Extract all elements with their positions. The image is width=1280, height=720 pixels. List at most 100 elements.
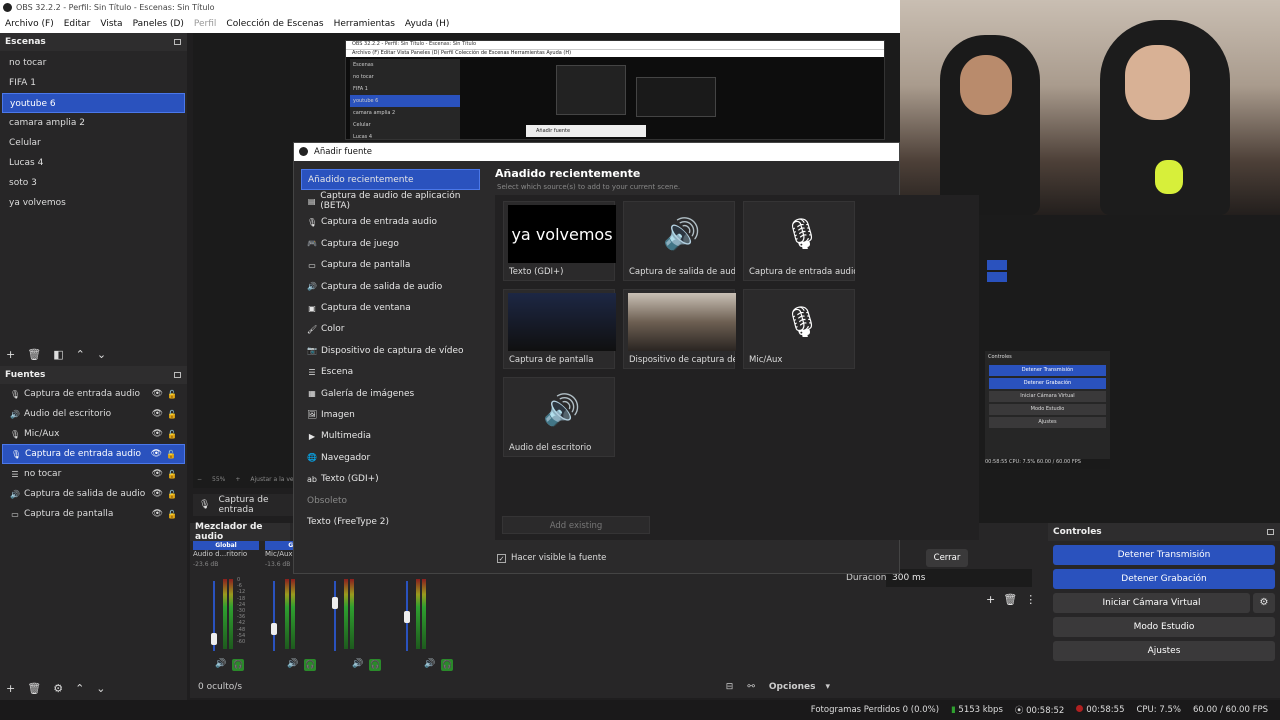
menu-coleccion-escenas[interactable]: Colección de Escenas [226, 19, 323, 29]
lock-icon[interactable]: 🔓 [167, 510, 177, 519]
trash-icon[interactable]: 🗑 [27, 682, 41, 695]
trash-icon[interactable]: 🗑 [27, 348, 41, 361]
scene-item[interactable]: soto 3 [2, 173, 185, 193]
source-item[interactable]: 🎙 Mic/Aux 👁 🔓 [2, 424, 185, 444]
menu-perfil[interactable]: Perfil [194, 19, 217, 29]
duration-input[interactable]: 300 ms [886, 569, 1032, 587]
eye-icon[interactable]: 👁 [152, 469, 163, 479]
scene-item[interactable]: FIFA 1 [2, 73, 185, 93]
add-icon[interactable]: + [6, 682, 15, 695]
chevron-down-icon[interactable]: ▾ [825, 682, 830, 692]
undock-icon[interactable] [174, 372, 181, 378]
move-up-icon[interactable]: ⌃ [76, 348, 85, 361]
stop-streaming-button[interactable]: Detener Transmisión [1053, 545, 1275, 565]
scene-item[interactable]: Celular [2, 133, 185, 153]
scene-item[interactable]: no tocar [2, 53, 185, 73]
speaker-icon[interactable]: 🔊 [215, 659, 226, 671]
eye-icon[interactable]: 👁 [152, 429, 163, 439]
volume-knob[interactable] [404, 611, 410, 623]
make-visible-checkbox[interactable]: ✓ Hacer visible la fuente [497, 553, 606, 563]
recent-tile[interactable]: Dispositivo de captura de vídeo [623, 289, 736, 369]
eye-icon[interactable]: 👁 [152, 389, 163, 399]
eye-icon[interactable]: 👁 [151, 449, 162, 459]
volume-slider[interactable] [273, 581, 275, 651]
eye-icon[interactable]: 👁 [152, 409, 163, 419]
move-down-icon[interactable]: ⌄ [97, 348, 106, 361]
source-item[interactable]: ☰ no tocar 👁 🔓 [2, 464, 185, 484]
recent-tile[interactable]: 🎙 Captura de entrada audio [743, 201, 855, 281]
headphones-icon[interactable]: 🎧 [304, 659, 317, 671]
menu-paneles[interactable]: Paneles (D) [133, 19, 184, 29]
type-color[interactable]: 🖌 Color [301, 319, 480, 340]
source-item[interactable]: ▭ Captura de pantalla 👁 🔓 [2, 504, 185, 524]
menu-ayuda[interactable]: Ayuda (H) [405, 19, 449, 29]
move-up-icon[interactable]: ⌃ [75, 682, 84, 695]
type-image[interactable]: 🖼 Imagen [301, 404, 480, 425]
type-video-capture[interactable]: 📷 Dispositivo de captura de vídeo [301, 340, 480, 361]
type-audio-input[interactable]: 🎙 Captura de entrada audio [301, 212, 480, 233]
add-icon[interactable]: + [986, 593, 995, 606]
type-image-slideshow[interactable]: ▦ Galería de imágenes [301, 383, 480, 404]
add-icon[interactable]: + [6, 348, 15, 361]
type-text-gdi[interactable]: ab Texto (GDI+) [301, 468, 480, 489]
stop-recording-button[interactable]: Detener Grabación [1053, 569, 1275, 589]
undock-icon[interactable] [174, 39, 181, 45]
scene-item-selected[interactable]: youtube 6 [2, 93, 185, 113]
undock-icon[interactable] [1267, 529, 1274, 535]
source-item[interactable]: 🔊 Audio del escritorio 👁 🔓 [2, 404, 185, 424]
lock-icon[interactable]: 🔓 [167, 390, 177, 399]
recent-tile[interactable]: 🔊 Audio del escritorio [503, 377, 615, 457]
scene-item[interactable]: camara amplia 2 [2, 113, 185, 133]
volume-slider[interactable] [334, 581, 336, 651]
volume-knob[interactable] [332, 597, 338, 609]
zoom-in-icon[interactable]: + [235, 476, 240, 488]
type-app-audio[interactable]: ▤ Captura de audio de aplicación (BETA) [301, 190, 480, 211]
type-game-capture[interactable]: 🎮 Captura de juego [301, 233, 480, 254]
headphones-icon[interactable]: 🎧 [441, 659, 454, 671]
speaker-icon[interactable]: 🔊 [352, 659, 363, 671]
menu-editar[interactable]: Editar [64, 19, 91, 29]
type-browser[interactable]: 🌐 Navegador [301, 447, 480, 468]
lock-icon[interactable]: 🔓 [167, 470, 177, 479]
recent-tile[interactable]: Captura de pantalla [503, 289, 616, 369]
start-virtual-camera-button[interactable]: Iniciar Cámara Virtual [1053, 593, 1250, 613]
move-down-icon[interactable]: ⌄ [96, 682, 105, 695]
recent-tile[interactable]: ya volvemos Texto (GDI+) [503, 201, 616, 281]
link-icon[interactable]: ⚯ [747, 682, 755, 692]
lock-icon[interactable]: 🔓 [167, 430, 177, 439]
strip-label[interactable]: Audio d...ritorio [193, 550, 259, 558]
settings-button[interactable]: Ajustes [1053, 641, 1275, 661]
studio-mode-button[interactable]: Modo Estudio [1053, 617, 1275, 637]
gear-icon[interactable]: ⚙ [53, 682, 63, 695]
checkbox-checked-icon[interactable]: ✓ [497, 553, 506, 563]
recent-tile[interactable]: 🎙 Mic/Aux [743, 289, 855, 369]
scene-item[interactable]: Lucas 4 [2, 153, 185, 173]
type-audio-output[interactable]: 🔊 Captura de salida de audio [301, 276, 480, 297]
gear-icon[interactable]: ⚙ [1253, 593, 1275, 613]
volume-knob[interactable] [271, 623, 277, 635]
menu-archivo[interactable]: Archivo (F) [5, 19, 54, 29]
volume-knob[interactable] [211, 633, 217, 645]
lock-icon[interactable]: 🔓 [166, 450, 176, 459]
source-item-selected[interactable]: 🎙 Captura de entrada audio 👁 🔓 [2, 444, 185, 464]
menu-vista[interactable]: Vista [100, 19, 122, 29]
close-button[interactable]: Cerrar [926, 549, 968, 567]
zoom-out-icon[interactable]: − [197, 476, 202, 488]
source-item[interactable]: 🎙 Captura de entrada audio 👁 🔓 [2, 384, 185, 404]
filter-icon[interactable]: ◧ [53, 348, 63, 361]
eye-icon[interactable]: 👁 [152, 489, 163, 499]
type-scene[interactable]: ☰ Escena [301, 362, 480, 383]
eye-icon[interactable]: 👁 [152, 509, 163, 519]
add-existing-button[interactable]: Add existing [502, 516, 650, 534]
type-recent[interactable]: Añadido recientemente [301, 169, 480, 191]
recent-tile[interactable]: 🔊 Captura de salida de audio [623, 201, 735, 281]
lock-icon[interactable]: 🔓 [167, 410, 177, 419]
options-button[interactable]: Opciones [769, 682, 816, 692]
source-item[interactable]: 🔊 Captura de salida de audio 👁 🔓 [2, 484, 185, 504]
fit-label[interactable]: Ajustar a la ve [250, 476, 293, 488]
headphones-icon[interactable]: 🎧 [232, 659, 245, 671]
layout-icon[interactable]: ⊟ [726, 682, 734, 692]
type-display-capture[interactable]: ▭ Captura de pantalla [301, 255, 480, 276]
menu-herramientas[interactable]: Herramientas [334, 19, 395, 29]
speaker-icon[interactable]: 🔊 [287, 659, 298, 671]
